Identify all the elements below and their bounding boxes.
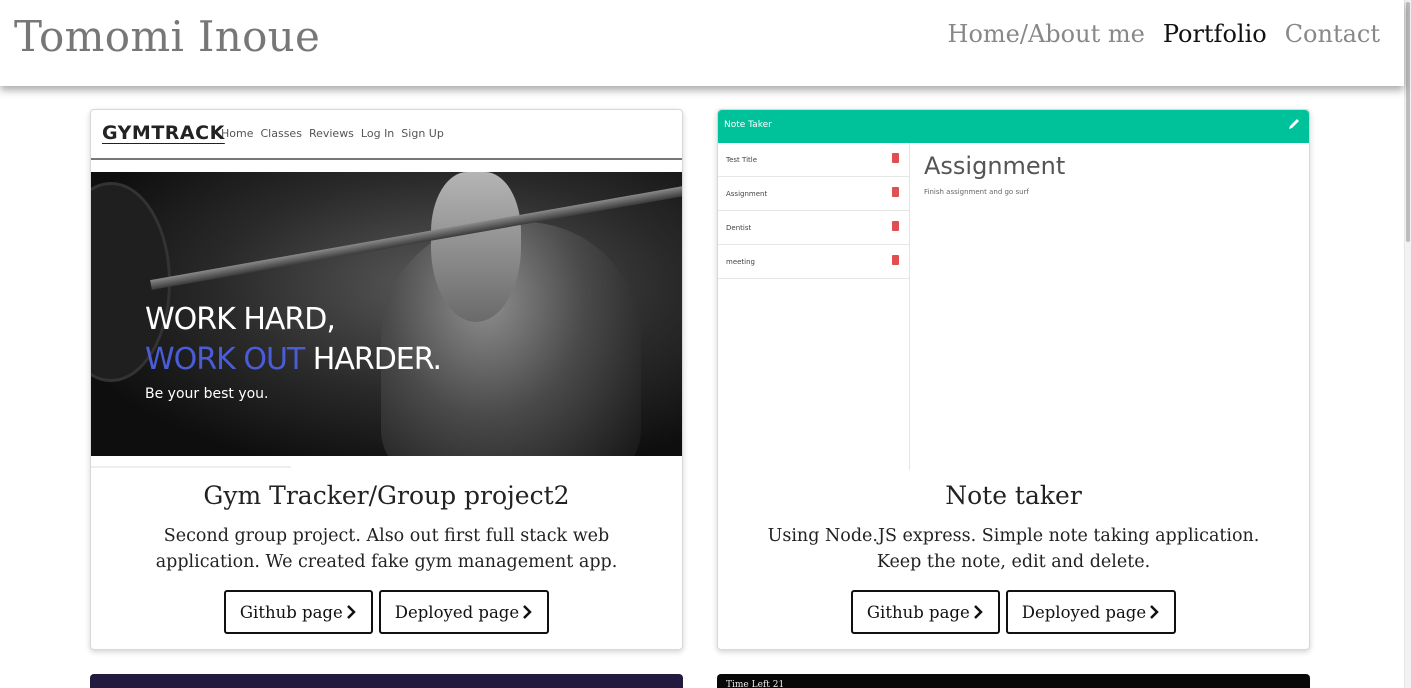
note-thumb-active-title: Assignment	[924, 152, 1066, 180]
github-page-label: Github page	[239, 602, 343, 622]
gym-thumb-headline-rest: HARDER.	[304, 342, 442, 377]
deployed-page-button[interactable]: Deployed page	[378, 590, 550, 634]
note-thumb-item: Assignment	[718, 177, 909, 211]
deployed-page-label: Deployed page	[1021, 602, 1147, 622]
project-description: Second group project. Also out first ful…	[155, 526, 618, 572]
note-thumb-active-text: Finish assignment and go surf	[924, 188, 1029, 196]
pencil-icon	[1289, 119, 1299, 129]
nav-home-about[interactable]: Home/About me	[948, 20, 1145, 48]
gym-thumb-link: Sign Up	[401, 127, 444, 140]
nav-contact[interactable]: Contact	[1285, 20, 1380, 48]
trash-icon	[892, 255, 899, 265]
gym-thumb-headline-blue: WORK OUT	[145, 342, 305, 377]
chevron-right-icon	[523, 605, 532, 619]
note-thumb-item: Dentist	[718, 211, 909, 245]
github-page-button[interactable]: Github page	[223, 590, 373, 634]
note-thumb-list: Test Title Assignment Dentist meeting	[718, 143, 910, 470]
deployed-page-label: Deployed page	[394, 602, 520, 622]
project-title: Gym Tracker/Group project2	[203, 481, 570, 510]
project-card-peek-4: Time Left 21	[717, 674, 1310, 688]
gym-thumb-logo: GYMTRACK	[102, 122, 225, 144]
project-buttons: Github page Deployed page	[718, 590, 1309, 634]
trash-icon	[892, 187, 899, 197]
project-card-peek-3	[90, 674, 683, 688]
project-card-note-taker: Note Taker Test Title Assignment Dentist…	[717, 109, 1310, 650]
github-page-button[interactable]: Github page	[850, 590, 1000, 634]
note-thumb-item: meeting	[718, 245, 909, 279]
nav-portfolio[interactable]: Portfolio	[1163, 20, 1267, 48]
project-card-gym-tracker: GYMTRACK Home Classes Reviews Log In Sig…	[90, 109, 683, 650]
chevron-right-icon	[973, 605, 983, 619]
trash-icon	[892, 153, 899, 163]
note-thumb-item-title: Assignment	[726, 190, 768, 198]
site-brand[interactable]: Tomomi Inoue	[14, 12, 320, 61]
gym-thumb-athlete-hair	[431, 172, 521, 322]
main-nav: Home/About me Portfolio Contact	[948, 20, 1380, 48]
scrollbar-thumb[interactable]	[1406, 2, 1410, 242]
gym-thumb-headline: WORK HARD, WORK OUT HARDER.	[145, 300, 442, 380]
note-thumb-item-title: meeting	[726, 258, 756, 266]
top-navbar: Tomomi Inoue Home/About me Portfolio Con…	[0, 0, 1404, 86]
note-thumb-item-title: Dentist	[726, 224, 752, 232]
page-scrollbar[interactable]	[1404, 0, 1411, 688]
gym-thumb-subline: Be your best you.	[145, 386, 269, 402]
project-title: Note taker	[945, 481, 1082, 510]
gym-thumb-link: Log In	[360, 127, 395, 140]
note-thumb-item-title: Test Title	[726, 156, 758, 164]
gym-thumb-navbar: GYMTRACK Home Classes Reviews Log In Sig…	[91, 110, 682, 160]
gym-thumb-link: Home	[221, 127, 254, 140]
project-thumbnail-gym: GYMTRACK Home Classes Reviews Log In Sig…	[91, 110, 682, 470]
note-thumb-app-name: Note Taker	[724, 120, 772, 130]
gym-thumb-hero-image: WORK HARD, WORK OUT HARDER. Be your best…	[91, 172, 682, 456]
chevron-right-icon	[1150, 605, 1159, 619]
deployed-page-button[interactable]: Deployed page	[1005, 590, 1177, 634]
peek-card-text: Time Left 21	[726, 680, 785, 688]
github-page-label: Github page	[866, 602, 970, 622]
project-description: Using Node.JS express. Simple note takin…	[767, 526, 1260, 572]
note-thumb-item: Test Title	[718, 143, 909, 177]
gym-thumb-headline-line1: WORK HARD,	[145, 302, 336, 337]
trash-icon	[892, 221, 899, 231]
gym-thumb-link: Reviews	[308, 127, 354, 140]
note-thumb-header: Note Taker	[718, 110, 1309, 143]
chevron-right-icon	[346, 605, 356, 619]
gym-thumb-links: Home Classes Reviews Log In Sign Up	[221, 127, 444, 140]
project-thumbnail-note: Note Taker Test Title Assignment Dentist…	[718, 110, 1309, 470]
gym-thumb-link: Classes	[260, 127, 302, 140]
gym-thumb-divider	[91, 466, 291, 468]
project-buttons: Github page Deployed page	[91, 590, 682, 634]
